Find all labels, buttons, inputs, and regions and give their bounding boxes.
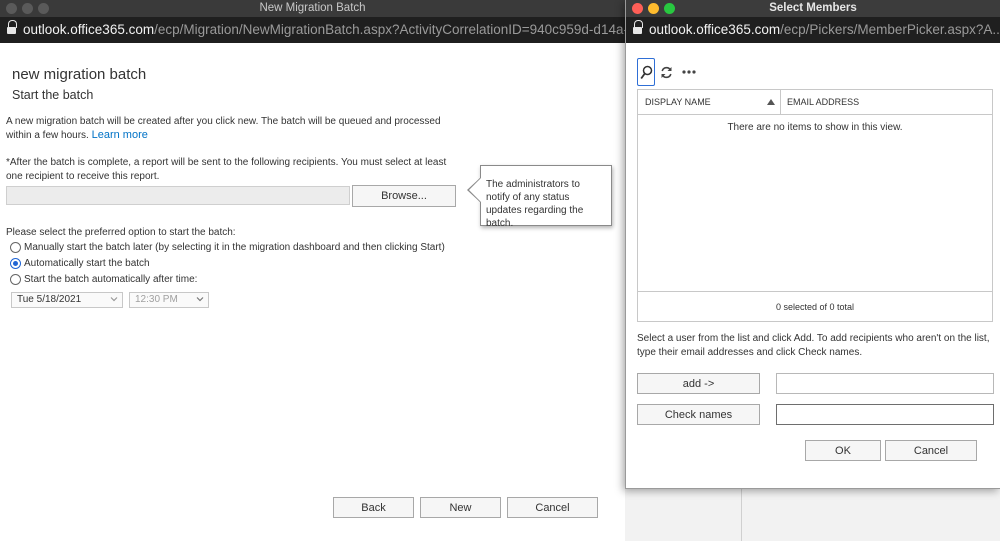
url-path: /ecp/Pickers/MemberPicker.aspx?A... xyxy=(780,22,1000,37)
sort-ascending-icon xyxy=(767,99,775,105)
members-titlebar: Select Members xyxy=(626,0,1000,17)
window-title: New Migration Batch xyxy=(259,2,366,14)
minimize-window-icon[interactable] xyxy=(22,3,33,14)
column-email-address[interactable]: EMAIL ADDRESS xyxy=(780,90,994,115)
selection-status: 0 selected of 0 total xyxy=(638,291,992,322)
address-bar[interactable]: outlook.office365.com/ecp/Migration/NewM… xyxy=(0,17,625,43)
column-display-name[interactable]: DISPLAY NAME xyxy=(638,90,780,115)
search-icon xyxy=(639,65,652,79)
members-list-header: DISPLAY NAME EMAIL ADDRESS xyxy=(638,90,992,115)
close-window-icon[interactable] xyxy=(6,3,17,14)
start-time-value: 12:30 PM xyxy=(135,294,178,305)
zoom-window-icon[interactable] xyxy=(38,3,49,14)
option-manual-label: Manually start the batch later (by selec… xyxy=(24,242,445,253)
main-titlebar: New Migration Batch xyxy=(0,0,625,17)
search-button[interactable] xyxy=(637,58,655,86)
option-after-time[interactable]: Start the batch automatically after time… xyxy=(10,273,197,286)
new-button[interactable]: New xyxy=(420,497,501,518)
option-after-time-radio[interactable] xyxy=(10,274,21,285)
start-time-select[interactable]: 12:30 PM xyxy=(129,292,209,308)
added-recipients-field[interactable] xyxy=(776,373,994,394)
start-date-value: Tue 5/18/2021 xyxy=(17,294,82,305)
select-members-window: Select Members outlook.office365.com/ecp… xyxy=(625,0,1000,489)
back-button[interactable]: Back xyxy=(333,497,414,518)
picker-instructions: Select a user from the list and click Ad… xyxy=(637,333,990,358)
callout-pointer-fill xyxy=(469,178,481,202)
recipients-field[interactable] xyxy=(6,186,350,205)
column-display-name-label: DISPLAY NAME xyxy=(645,97,711,107)
more-icon xyxy=(682,70,696,74)
intro-paragraph: A new migration batch will be created af… xyxy=(6,115,456,142)
start-date-select[interactable]: Tue 5/18/2021 xyxy=(11,292,123,308)
empty-list-message: There are no items to show in this view. xyxy=(727,122,903,133)
url-host: outlook.office365.com xyxy=(649,22,781,37)
lock-icon xyxy=(633,20,643,35)
option-after-time-label: Start the batch automatically after time… xyxy=(24,274,198,285)
chevron-down-icon xyxy=(196,297,204,302)
column-email-address-label: EMAIL ADDRESS xyxy=(787,97,860,107)
refresh-button[interactable] xyxy=(657,58,675,86)
option-manual[interactable]: Manually start the batch later (by selec… xyxy=(10,241,445,254)
members-cancel-button[interactable]: Cancel xyxy=(885,440,977,461)
more-options-button[interactable] xyxy=(680,58,698,86)
learn-more-link[interactable]: Learn more xyxy=(92,129,148,141)
add-button[interactable]: add -> xyxy=(637,373,760,394)
cancel-button[interactable]: Cancel xyxy=(507,497,598,518)
option-manual-radio[interactable] xyxy=(10,242,21,253)
minimize-window-icon[interactable] xyxy=(648,3,659,14)
page-title: new migration batch xyxy=(12,66,147,83)
check-names-button[interactable]: Check names xyxy=(637,404,760,425)
option-automatic-radio[interactable] xyxy=(10,258,21,269)
option-automatic[interactable]: Automatically start the batch xyxy=(10,257,150,270)
new-migration-batch-window: New Migration Batch outlook.office365.co… xyxy=(0,0,625,541)
url-host: outlook.office365.com xyxy=(23,22,155,37)
url-path: /ecp/Migration/NewMigrationBatch.aspx?Ac… xyxy=(154,22,625,37)
option-automatic-label: Automatically start the batch xyxy=(24,258,150,269)
close-window-icon[interactable] xyxy=(632,3,643,14)
check-names-input[interactable] xyxy=(776,404,994,425)
page-subtitle: Start the batch xyxy=(12,88,94,102)
callout-tooltip: The administrators to notify of any stat… xyxy=(480,165,612,229)
background-window xyxy=(625,485,1000,541)
background-divider xyxy=(741,485,742,541)
zoom-window-icon[interactable] xyxy=(664,3,675,14)
ok-button[interactable]: OK xyxy=(805,440,881,461)
address-bar[interactable]: outlook.office365.com/ecp/Pickers/Member… xyxy=(626,17,1000,43)
members-list[interactable]: DISPLAY NAME EMAIL ADDRESS There are no … xyxy=(637,89,993,322)
refresh-icon xyxy=(660,66,672,78)
window-title: Select Members xyxy=(769,2,857,14)
lock-icon xyxy=(7,20,17,35)
intro-text: A new migration batch will be created af… xyxy=(6,116,441,141)
report-paragraph: *After the batch is complete, a report w… xyxy=(6,157,447,182)
start-option-label: Please select the preferred option to st… xyxy=(6,227,236,238)
browse-button[interactable]: Browse... xyxy=(352,185,456,207)
chevron-down-icon xyxy=(110,297,118,302)
